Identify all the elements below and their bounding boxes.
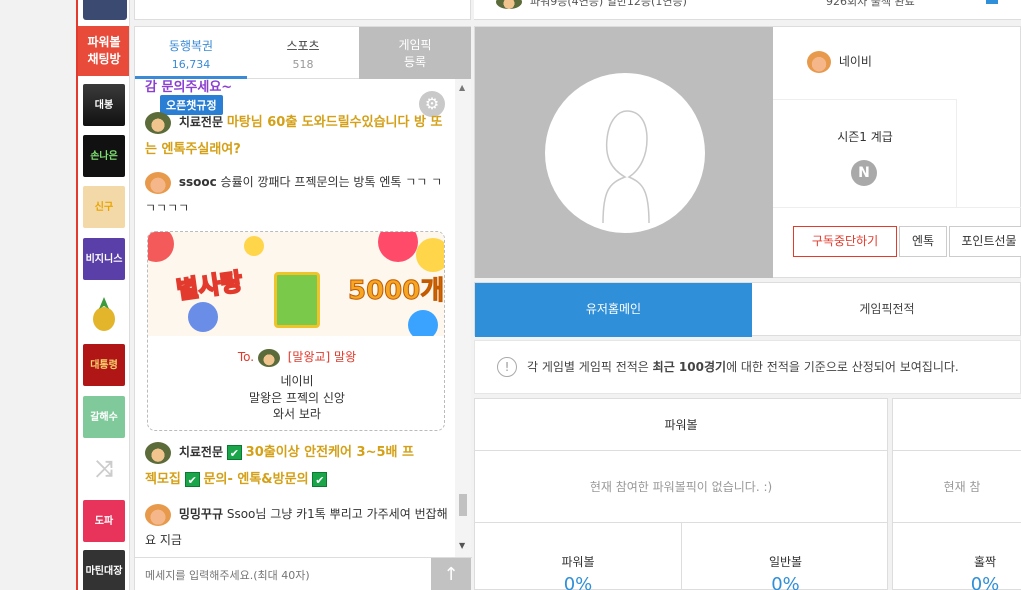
exclamation-icon: !	[497, 357, 517, 377]
tab-user-home[interactable]: 유저홈메인	[475, 283, 752, 337]
soldier-avatar-icon	[145, 111, 171, 134]
send-arrow-icon[interactable]: ↑	[431, 558, 471, 590]
entok-button[interactable]: 엔톡	[899, 226, 947, 257]
powerball-stats: 파워볼 현재 참여한 파워볼픽이 없습니다. :) 파워볼 0% 일반볼 0%	[474, 398, 888, 590]
rank-badge-icon: N	[851, 160, 877, 186]
chat-nick[interactable]: 치료전문	[179, 445, 223, 459]
room-thumb[interactable]: 손나은	[83, 135, 125, 177]
gift-recipient: To. [말왕교] 말왕	[148, 348, 444, 367]
room-thumb[interactable]: 신구	[83, 186, 125, 228]
room-thumb[interactable]: 갈해수	[83, 396, 125, 438]
check-icon: ✔	[312, 472, 328, 487]
second-game-stats: 현재 참 홀짝 0%	[892, 398, 1021, 590]
stats-cell: 파워볼 0%	[475, 523, 682, 590]
gift-box-icon	[274, 272, 320, 328]
stats-cell: 일반볼 0%	[768, 555, 803, 590]
room-thumb[interactable]: 비지니스	[83, 238, 125, 280]
tab-sports[interactable]: 스포츠 518	[247, 27, 359, 79]
chat-message: ssooc 승률이 깡패다 프젝문의는 방톡 엔톡 ㄱㄱ ㄱㄱㄱㄱㄱ	[145, 169, 449, 221]
default-avatar-icon	[545, 73, 705, 233]
chat-scrollbar[interactable]: ▲ ▼	[455, 79, 471, 557]
gift-card: 별사탕 5000개 To. [말왕교] 말왕 네이비 말왕은 프젝의 신앙 와서…	[147, 231, 445, 431]
new-avatar-icon	[807, 51, 831, 73]
season-label: 시즌1 계급	[837, 130, 893, 144]
profile-nickname: 네이비	[838, 54, 872, 69]
tab-donghaeng-lotto[interactable]: 동행복권 16,734	[135, 27, 247, 79]
chat-message: 밍밍꾸규 Ssoo님 그냥 카1톡 뿌리고 가주세여 번잡해요 지금	[145, 501, 449, 553]
chat-message-input[interactable]	[135, 558, 431, 590]
top-strip-middle	[134, 0, 471, 20]
stats-area: 파워볼 현재 참여한 파워볼픽이 없습니다. :) 파워볼 0% 일반볼 0% …	[474, 398, 1021, 590]
profile-photo-area	[475, 27, 773, 278]
chat-tabs: 동행복권 16,734 스포츠 518 게임픽 등록	[135, 27, 472, 79]
scroll-thumb[interactable]	[459, 494, 467, 516]
room-thumb[interactable]: 대봉	[83, 84, 125, 126]
stats-title	[893, 399, 1021, 451]
point-gift-button[interactable]: 포인트선물	[949, 226, 1021, 257]
tab-gamepick-register[interactable]: 게임픽 등록	[359, 27, 471, 79]
user-tabs: 유저홈메인 게임픽전적	[474, 282, 1021, 337]
scroll-up-icon[interactable]: ▲	[459, 83, 465, 92]
profile-nickname-row: 네이비	[807, 51, 872, 73]
record-notice: ! 각 게임별 게임픽 전적은 최근 100경기에 대한 전적을 기준으로 산정…	[474, 340, 1021, 394]
chat-messages: 감 문의주세요~ 오픈챗규정 ⚙ 치료전문 마탕님 60출 도와드릴수있습니다 …	[135, 79, 455, 557]
profile-actions: 구독중단하기 엔톡 포인트선물	[773, 207, 1021, 278]
chat-message: 치료전문 마탕님 60출 도와드릴수있습니다 방 또는 엔톡주실래여?	[145, 109, 449, 163]
check-icon: ✔	[226, 445, 242, 460]
pineapple-room-thumb[interactable]	[83, 292, 125, 334]
room-thumb-top[interactable]	[83, 0, 127, 20]
powerball-chatroom-title[interactable]: 파워볼 채팅방	[78, 26, 129, 76]
soldier-avatar-icon	[496, 0, 522, 9]
season-rank-box: 시즌1 계급 N	[773, 99, 957, 207]
checkbox-icon[interactable]	[986, 0, 998, 4]
gift-item-name: 별사탕	[174, 267, 246, 306]
chat-text: 30출이상 안전케어 3~5배 프	[245, 445, 414, 460]
chat-nick[interactable]: ssooc	[179, 175, 217, 189]
top-strip-right: 파워9승(4연승) 일반12승(1연승) 926회차 출첵 완료	[474, 0, 1021, 20]
soldier-avatar-icon	[145, 441, 171, 464]
unsubscribe-button[interactable]: 구독중단하기	[793, 226, 897, 257]
stats-empty: 현재 참	[893, 451, 1021, 523]
check-icon: ✔	[184, 472, 200, 487]
gift-banner: 별사탕 5000개	[148, 232, 445, 336]
gift-amount: 5000개	[347, 276, 445, 307]
profile-info: 네이비 시즌1 계급 N 구독중단하기 엔톡 포인트선물	[773, 27, 1021, 278]
new-avatar-icon	[145, 171, 171, 194]
gift-sender: 네이비	[280, 374, 314, 388]
stats-cell: 홀짝 0%	[970, 555, 1000, 590]
app-root: 파워볼 채팅방 대봉 손나은 신구 비지니스 대통령 갈해수 ⤨ 도파 마틴대장…	[0, 0, 1021, 590]
room-thumb[interactable]: ⤨	[83, 448, 125, 490]
chat-panel: 동행복권 16,734 스포츠 518 게임픽 등록 감 문의주세요~ 오픈챗규…	[134, 26, 472, 590]
chat-nick[interactable]: 치료전문	[179, 115, 223, 129]
room-thumb[interactable]: 도파	[83, 500, 125, 542]
new-avatar-icon	[145, 503, 171, 526]
scroll-down-icon[interactable]: ▼	[459, 541, 465, 550]
chat-input-bar: ↑	[135, 557, 472, 590]
chatroom-rail: 파워볼 채팅방 대봉 손나은 신구 비지니스 대통령 갈해수 ⤨ 도파 마틴대장	[76, 0, 130, 590]
chat-message: 치료전문 ✔ 30출이상 안전케어 3~5배 프 젝모집 ✔ 문의- 엔톡&방문…	[145, 439, 449, 493]
stats-empty: 현재 참여한 파워볼픽이 없습니다. :)	[475, 451, 887, 523]
chat-nick[interactable]: 밍밍꾸규	[179, 507, 223, 521]
room-thumb[interactable]: 마틴대장	[83, 550, 125, 590]
pineapple-icon	[93, 297, 115, 331]
room-thumb[interactable]: 대통령	[83, 344, 125, 386]
tab-gamepick-record[interactable]: 게임픽전적	[752, 283, 1021, 337]
soldier-avatar-icon	[257, 348, 280, 367]
gift-message: 말왕은 프젝의 신앙 와서 보라	[249, 391, 345, 421]
stats-title: 파워볼	[475, 399, 887, 451]
profile-card: 네이비 시즌1 계급 N 구독중단하기 엔톡 포인트선물	[474, 26, 1021, 278]
